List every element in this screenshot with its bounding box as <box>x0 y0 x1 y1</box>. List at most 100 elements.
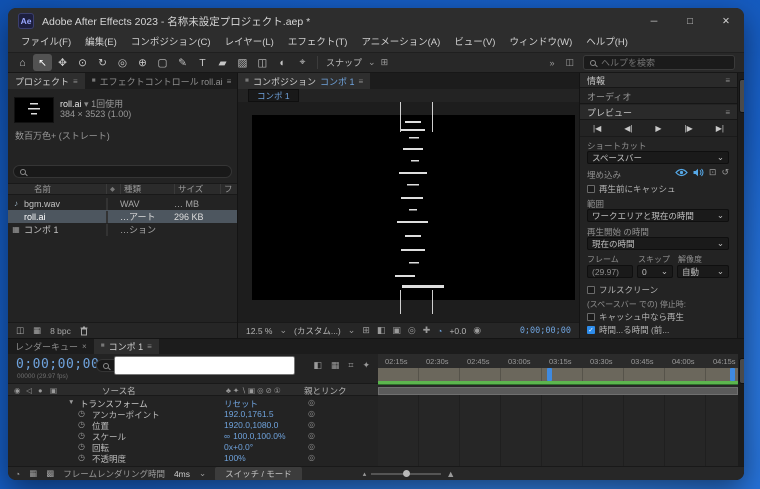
selection-tool-icon[interactable]: ↖ <box>33 54 52 71</box>
last-frame-button[interactable]: ▶| <box>716 124 724 133</box>
column-type[interactable]: 種類 <box>120 184 174 194</box>
pen-tool-icon[interactable]: ✎ <box>173 54 192 71</box>
property-value[interactable]: 192.0,1761.5 <box>224 409 274 419</box>
close-button[interactable]: ✕ <box>708 8 744 34</box>
audio-icon[interactable]: ◁ <box>26 386 32 395</box>
new-folder-icon[interactable]: ▦ <box>33 325 41 336</box>
property-value[interactable]: 100.0,100.0% <box>233 431 285 441</box>
menu-effect[interactable]: エフェクト(T) <box>281 34 355 52</box>
tab-composition[interactable]: ■ コンポジション コンポ 1 ≡ <box>238 73 371 89</box>
source-name-column[interactable]: ソース名 <box>102 385 136 397</box>
hand-tool-icon[interactable]: ✥ <box>53 54 72 71</box>
property-rotation[interactable]: ◷ 回転 0x+0.0° ◎ <box>8 442 378 453</box>
checkbox-box[interactable] <box>587 185 595 193</box>
brush-tool-icon[interactable]: ▰ <box>213 54 232 71</box>
pick-whip-icon[interactable]: ◎ <box>308 431 315 440</box>
snapshot-camera-icon[interactable]: ◉ <box>473 325 481 336</box>
puppet-tool-icon[interactable]: ⌖ <box>293 54 312 71</box>
resolution-select[interactable]: 自動 ⌄ <box>677 265 729 278</box>
property-value[interactable]: 100% <box>224 453 246 463</box>
twirl-icon[interactable]: ▼ <box>68 399 74 406</box>
audio-panel-header[interactable]: オーディオ <box>580 89 737 104</box>
solo-icon[interactable]: ● <box>38 386 43 395</box>
menu-layer[interactable]: レイヤー(L) <box>218 34 281 52</box>
overflow-chevron-icon[interactable]: » <box>547 58 556 68</box>
tab-project[interactable]: プロジェクト ≡ <box>8 73 85 89</box>
layer-duration-bar[interactable] <box>378 387 738 395</box>
tab-timeline-comp1[interactable]: ■ コンポ 1 ≡ <box>93 339 159 354</box>
channels-icon[interactable]: ◎ <box>408 325 416 336</box>
home-icon[interactable]: ⌂ <box>13 54 32 71</box>
time-ruler[interactable]: 02:15s 02:30s 02:45s 03:00s 03:15s 03:30… <box>378 354 738 381</box>
timeline-search-input[interactable] <box>114 356 295 375</box>
project-row-comp[interactable]: ▦ コンポ 1 …ション <box>8 223 237 236</box>
panel-menu-icon[interactable]: ≡ <box>73 77 78 86</box>
eraser-tool-icon[interactable]: ◫ <box>253 54 272 71</box>
camera-tool-icon[interactable]: ◎ <box>113 54 132 71</box>
tab-render-queue[interactable]: レンダーキュー × <box>8 339 94 354</box>
property-value[interactable]: 0x+0.0° <box>224 442 253 452</box>
shortcut-select[interactable]: スペースバー ⌄ <box>587 151 729 164</box>
maximize-button[interactable]: □ <box>672 8 708 34</box>
label-chip[interactable] <box>106 223 108 236</box>
menu-view[interactable]: ビュー(V) <box>447 34 502 52</box>
minimize-button[interactable]: ─ <box>636 8 672 34</box>
menu-file[interactable]: ファイル(F) <box>14 34 78 52</box>
chevron-down-icon[interactable]: ⌄ <box>199 468 206 479</box>
first-frame-button[interactable]: |◀ <box>593 124 601 133</box>
help-search-input[interactable] <box>601 57 728 68</box>
frame-rate-field[interactable]: (29.97) <box>587 265 633 278</box>
column-label-icon[interactable]: ◆ <box>106 184 120 194</box>
shape-tool-icon[interactable]: ▢ <box>153 54 172 71</box>
expand-transfer-icon[interactable]: ▦ <box>29 468 37 479</box>
play-button[interactable]: ▶ <box>655 124 661 133</box>
pan-behind-tool-icon[interactable]: ⊕ <box>133 54 152 71</box>
audio-speaker-icon[interactable] <box>693 168 704 177</box>
chevron-down-icon[interactable]: ▾ <box>84 99 89 109</box>
exposure-icon[interactable]: ◔ <box>437 326 442 336</box>
panel-menu-icon[interactable]: ≡ <box>725 108 730 117</box>
tab-effect-controls[interactable]: ■ エフェクトコントロール roll.ai ≡ <box>85 73 239 89</box>
zoom-tool-icon[interactable]: ⊙ <box>73 54 92 71</box>
snap-options-icon[interactable]: ⊞ <box>379 57 391 68</box>
cache-before-playback-checkbox[interactable]: 再生前にキャッシュ <box>587 183 676 195</box>
label-chip[interactable] <box>106 197 108 210</box>
panel-menu-icon[interactable]: ≡ <box>358 77 363 86</box>
scrollbar-thumb[interactable] <box>739 358 744 384</box>
clone-stamp-tool-icon[interactable]: ▨ <box>233 54 252 71</box>
menu-animation[interactable]: アニメーション(A) <box>354 34 447 52</box>
expand-inout-icon[interactable]: ▩ <box>46 468 54 479</box>
type-tool-icon[interactable]: T <box>193 54 212 71</box>
region-of-interest-icon[interactable]: ▣ <box>392 325 401 336</box>
column-name[interactable]: 名前 <box>8 183 106 195</box>
video-icon[interactable]: ◉ <box>14 386 21 395</box>
work-area-marker[interactable] <box>547 368 552 381</box>
project-search-input[interactable] <box>31 166 225 177</box>
column-size[interactable]: サイズ <box>174 184 220 194</box>
work-area-bar[interactable] <box>378 368 738 381</box>
panel-menu-icon[interactable]: ≡ <box>725 76 730 85</box>
range-select[interactable]: ワークエリアと現在の時間 ⌄ <box>587 209 729 222</box>
chevron-down-icon[interactable]: ⌄ <box>348 325 356 336</box>
property-position[interactable]: ◷ 位置 1920.0,1080.0 ◎ <box>8 420 378 431</box>
zoom-out-icon[interactable]: ▴ <box>363 470 367 478</box>
stopwatch-icon[interactable]: ◷ <box>78 409 85 418</box>
bpc-button[interactable]: 8 bpc <box>50 326 71 336</box>
layer-switches-icons[interactable]: ♣✦∖▣◎⊘① <box>226 386 283 395</box>
pick-whip-icon[interactable]: ◎ <box>308 398 315 407</box>
property-scale[interactable]: ◷ スケール ∞ 100.0,100.0% ◎ <box>8 431 378 442</box>
interpret-footage-icon[interactable]: ◫ <box>16 325 24 336</box>
menu-help[interactable]: ヘルプ(H) <box>579 34 635 52</box>
viewer-tab-comp1[interactable]: コンポ 1 <box>248 89 299 102</box>
checkbox-box[interactable] <box>587 286 595 294</box>
parent-link-column[interactable]: 親とリンク <box>304 385 347 397</box>
stopwatch-icon[interactable]: ◷ <box>78 420 85 429</box>
link-dimensions-icon[interactable]: ∞ <box>224 431 230 441</box>
panel-scrollbar[interactable] <box>738 73 744 338</box>
timeline-scrollbar[interactable] <box>738 354 744 466</box>
pick-whip-icon[interactable]: ◎ <box>308 442 315 451</box>
fullscreen-checkbox[interactable]: フルスクリーン <box>587 284 658 296</box>
pick-whip-icon[interactable]: ◎ <box>308 453 315 462</box>
zoom-slider-thumb[interactable] <box>402 469 410 477</box>
pick-whip-icon[interactable]: ◎ <box>308 420 315 429</box>
